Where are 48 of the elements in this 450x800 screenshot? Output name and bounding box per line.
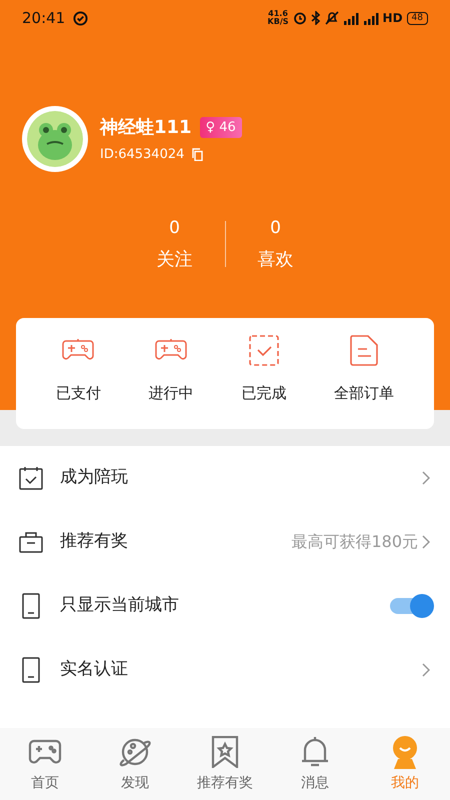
chevron-right-icon xyxy=(422,535,430,549)
bookmark-star-icon xyxy=(211,736,239,768)
tab[interactable]: 推荐有奖 xyxy=(180,734,270,794)
gender-age-tag: ♀ 46 xyxy=(200,116,242,138)
phone-icon xyxy=(22,593,40,619)
battery-level: 48 xyxy=(406,12,428,24)
menu-row[interactable]: 实名认证 xyxy=(0,638,450,702)
menu-label: 实名认证 xyxy=(60,658,129,682)
user-id: ID:64534024 xyxy=(100,146,184,164)
menu-row[interactable]: 只显示当前城市 xyxy=(0,574,450,638)
tab[interactable]: 首页 xyxy=(0,734,90,794)
profile-face-icon xyxy=(390,734,420,768)
gamepad-icon xyxy=(155,339,188,361)
tab[interactable]: 发现 xyxy=(90,734,180,794)
network-speed: 41.6 KB/S xyxy=(268,10,289,26)
user-name: 神经蛙111 xyxy=(100,116,192,140)
check-circle-icon xyxy=(73,10,88,26)
copy-icon[interactable] xyxy=(192,148,204,161)
bag-icon xyxy=(19,531,43,553)
signal-icon xyxy=(362,12,379,24)
order-button[interactable]: 全部订单 xyxy=(334,334,394,404)
menu-row[interactable]: 推荐有奖 最高可获得180元 xyxy=(0,510,450,574)
checked-calendar-icon xyxy=(248,334,279,366)
tab[interactable]: 消息 xyxy=(270,734,360,794)
calendar-check-icon xyxy=(19,466,43,490)
status-time: 20:41 xyxy=(22,8,66,29)
menu-hint: 最高可获得180元 xyxy=(291,531,418,553)
menu-label: 只显示当前城市 xyxy=(60,594,180,618)
menu-label: 推荐有奖 xyxy=(60,530,129,554)
network-type: HD xyxy=(382,10,403,27)
gamepad-icon xyxy=(28,738,62,764)
bell-icon xyxy=(301,736,329,768)
stat-count: 0 xyxy=(269,217,282,240)
chevron-right-icon xyxy=(422,663,430,677)
document-icon xyxy=(350,334,378,366)
signal-icon xyxy=(342,12,359,24)
mute-icon xyxy=(324,11,339,25)
bluetooth-icon xyxy=(310,11,321,25)
stat-count: 0 xyxy=(168,217,181,240)
order-button[interactable]: 进行中 xyxy=(148,334,194,404)
menu-row[interactable]: 成为陪玩 xyxy=(0,446,450,510)
gamepad-icon xyxy=(62,339,94,361)
phone-icon xyxy=(22,657,40,683)
alarm-icon xyxy=(292,11,307,25)
order-button[interactable]: 已支付 xyxy=(56,334,101,404)
order-button[interactable]: 已完成 xyxy=(241,334,286,404)
chevron-right-icon xyxy=(422,471,430,485)
menu-label: 成为陪玩 xyxy=(60,466,129,490)
